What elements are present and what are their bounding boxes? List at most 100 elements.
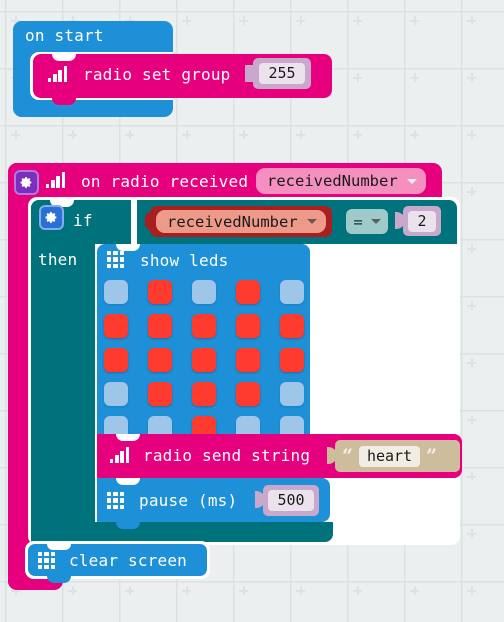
led-cell-r4-c3[interactable] — [192, 382, 216, 406]
grid-cross-mark — [467, 415, 476, 424]
grid-cross-mark — [353, 73, 362, 82]
close-quote: ” — [426, 445, 438, 467]
pause-value[interactable]: 500 — [263, 485, 319, 516]
led-cell-r1-c3[interactable] — [192, 280, 216, 304]
on-radio-received-parameter-text: receivedNumber — [267, 172, 398, 190]
led-cell-r1-c4[interactable] — [236, 280, 260, 304]
grid-cross-mark — [296, 130, 305, 139]
led-cell-r1-c1[interactable] — [104, 280, 128, 304]
grid-cross-mark — [467, 301, 476, 310]
grid-cross-mark — [296, 16, 305, 25]
clear-screen-label: clear screen — [69, 551, 187, 570]
on-radio-received-gear-icon[interactable] — [14, 170, 39, 195]
grid-cross-mark — [353, 16, 362, 25]
open-quote: “ — [342, 445, 353, 467]
chevron-down-icon — [406, 178, 417, 184]
grid-cross-mark — [125, 130, 134, 139]
if-condition-socket — [131, 200, 137, 244]
grid-cross-mark — [467, 187, 476, 196]
radio-set-group-bottom-bump — [52, 98, 76, 105]
grid-cross-mark — [410, 73, 419, 82]
led-cell-r4-c4[interactable] — [236, 382, 260, 406]
chevron-down-icon — [306, 219, 317, 224]
led-cell-r3-c5[interactable] — [280, 348, 304, 372]
led-cell-r2-c2[interactable] — [148, 314, 172, 338]
show-leds-label: show leds — [140, 251, 229, 270]
grid-cross-mark — [239, 16, 248, 25]
led-cell-r2-c5[interactable] — [280, 314, 304, 338]
pause-value-text: 500 — [268, 490, 314, 511]
led-cell-r1-c5[interactable] — [280, 280, 304, 304]
blocks-workspace[interactable]: on start radio set group 255 on radio re… — [0, 0, 504, 622]
grid-cross-mark — [182, 16, 191, 25]
led-cell-r2-c3[interactable] — [192, 314, 216, 338]
grid-cross-mark — [467, 73, 476, 82]
grid-cross-mark — [467, 529, 476, 538]
comparison-left-variable-text: receivedNumber — [167, 212, 298, 231]
led-pattern-grid[interactable] — [104, 280, 304, 440]
radio-set-group-value[interactable]: 255 — [253, 58, 311, 89]
if-then-bottom-bar — [31, 522, 333, 542]
grid-cross-mark — [410, 16, 419, 25]
grid-cross-mark — [239, 586, 248, 595]
grid-cross-mark — [410, 130, 419, 139]
led-cell-r3-c1[interactable] — [104, 348, 128, 372]
comparison-left-variable[interactable]: receivedNumber — [156, 210, 326, 233]
clear-screen-bottom-bump — [47, 576, 71, 583]
led-cell-r2-c4[interactable] — [236, 314, 260, 338]
comparison-right-value-text: 2 — [408, 210, 436, 232]
clear-screen-top-notch — [47, 544, 71, 550]
chevron-down-icon — [370, 219, 381, 224]
on-radio-received-radio-icon — [46, 172, 68, 188]
clear-screen-led-grid-icon — [38, 552, 55, 569]
grid-cross-mark — [11, 130, 20, 139]
led-cell-r3-c3[interactable] — [192, 348, 216, 372]
comparison-operator-text: = — [353, 212, 363, 231]
pause-top-notch — [116, 478, 140, 485]
grid-cross-mark — [467, 586, 476, 595]
radio-set-group-label: radio set group — [83, 65, 231, 84]
led-cell-r1-c2[interactable] — [148, 280, 172, 304]
led-cell-r3-c2[interactable] — [148, 348, 172, 372]
radio-send-string-radio-icon — [110, 447, 132, 463]
grid-cross-mark — [296, 586, 305, 595]
grid-cross-mark — [467, 130, 476, 139]
radio-set-group-top-notch — [52, 54, 76, 61]
then-label: then — [38, 250, 78, 269]
on-start-label: on start — [25, 26, 104, 45]
radio-send-string-top-notch — [116, 434, 140, 441]
show-leds-top-notch — [116, 244, 140, 251]
grid-cross-mark — [467, 16, 476, 25]
on-radio-received-label: on radio received — [81, 172, 249, 191]
comparison-operator[interactable]: = — [346, 209, 388, 234]
grid-cross-mark — [125, 586, 134, 595]
grid-cross-mark — [410, 586, 419, 595]
led-grid-icon — [107, 251, 124, 268]
grid-cross-mark — [353, 586, 362, 595]
grid-cross-mark — [68, 586, 77, 595]
radio-send-string-value[interactable]: “ heart ” — [335, 440, 460, 472]
if-label: if — [73, 211, 93, 230]
pause-label: pause (ms) — [139, 491, 238, 510]
grid-cross-mark — [182, 130, 191, 139]
comparison-right-value[interactable]: 2 — [403, 206, 441, 236]
radio-signal-icon — [48, 66, 70, 82]
radio-set-group-value-text: 255 — [259, 63, 305, 84]
grid-cross-mark — [467, 472, 476, 481]
radio-send-string-value-text: heart — [358, 445, 421, 467]
grid-cross-mark — [182, 586, 191, 595]
grid-cross-mark — [467, 244, 476, 253]
on-radio-received-parameter[interactable]: receivedNumber — [256, 168, 426, 194]
radio-send-string-label: radio send string — [143, 446, 311, 465]
led-cell-r4-c5[interactable] — [280, 382, 304, 406]
grid-cross-mark — [467, 358, 476, 367]
grid-cross-mark — [68, 130, 77, 139]
led-cell-r4-c1[interactable] — [104, 382, 128, 406]
pause-bottom-bump — [116, 522, 140, 529]
if-then-gear-icon[interactable] — [39, 205, 64, 230]
led-cell-r2-c1[interactable] — [104, 314, 128, 338]
grid-cross-mark — [353, 130, 362, 139]
led-cell-r4-c2[interactable] — [148, 382, 172, 406]
pause-led-grid-icon — [107, 492, 124, 509]
led-cell-r3-c4[interactable] — [236, 348, 260, 372]
